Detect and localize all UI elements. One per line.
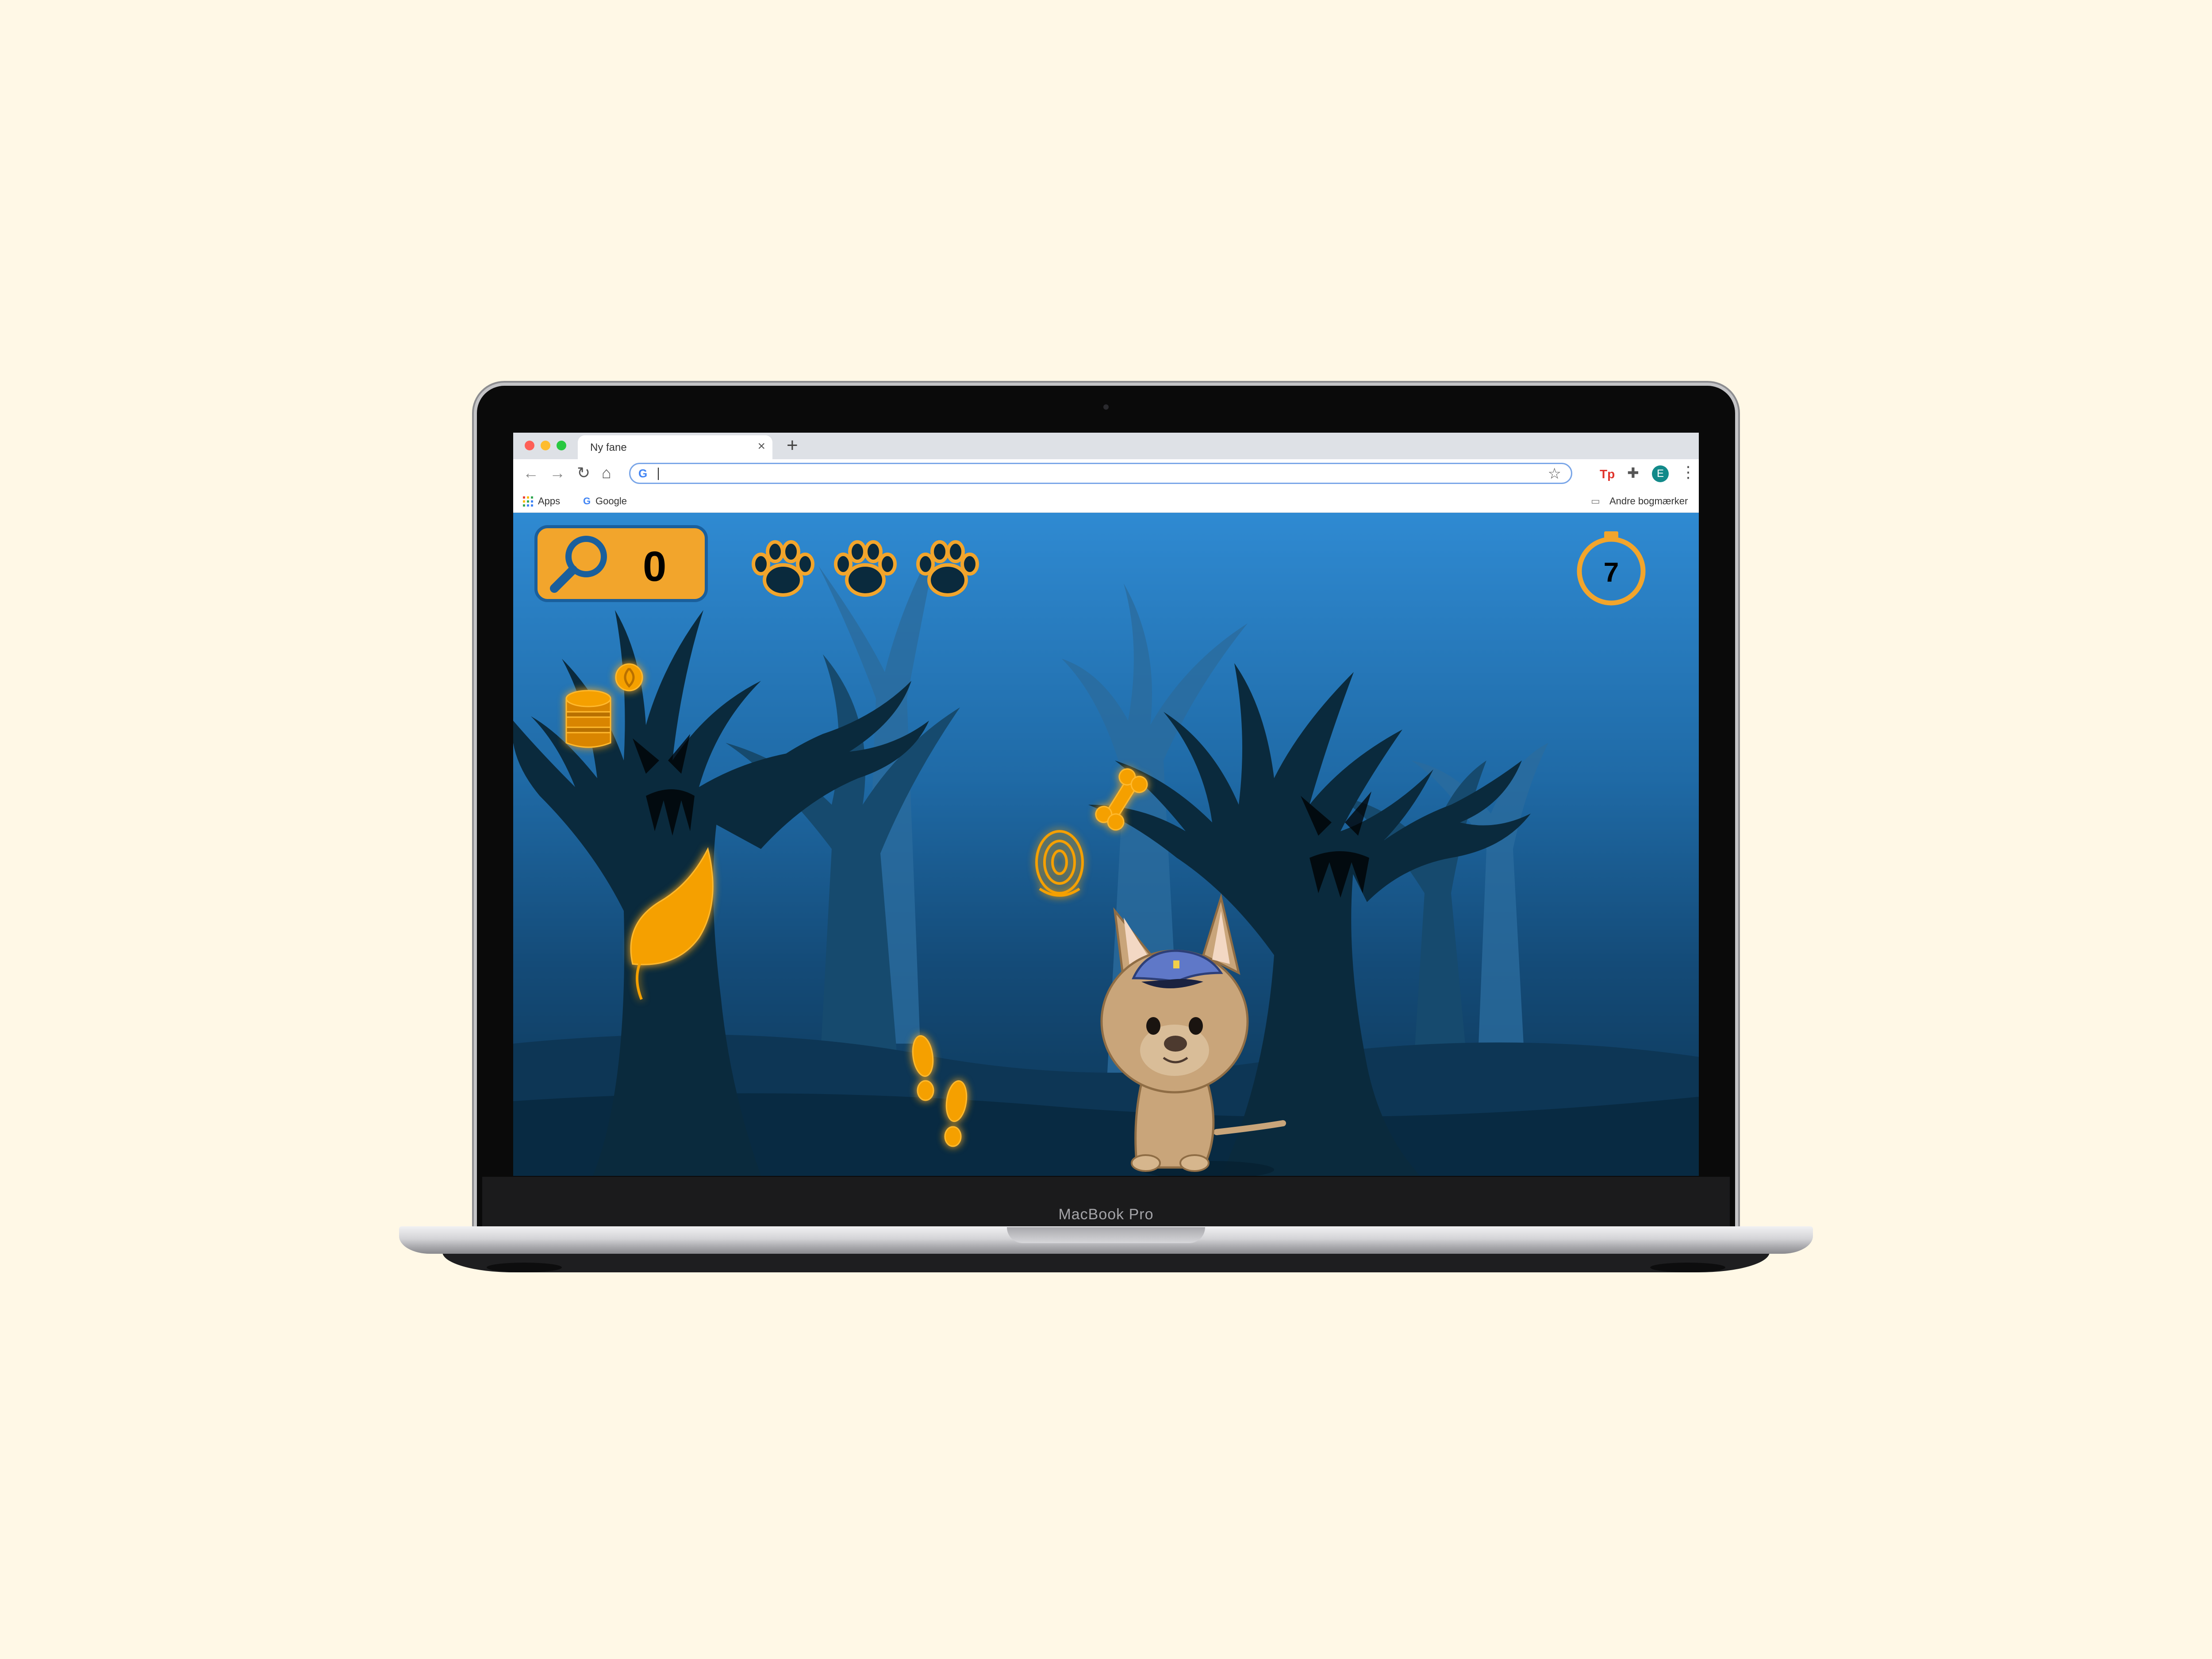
paw-life-icon — [752, 540, 814, 597]
paw-life-icon — [834, 540, 897, 597]
webcam — [1103, 404, 1109, 410]
game-area[interactable]: 0 7 — [513, 513, 1699, 1176]
browser-menu-icon[interactable]: ⋮ — [1680, 463, 1696, 481]
tab-new-tab[interactable]: Ny fane × — [578, 435, 772, 459]
extensions-puzzle-icon[interactable]: ✚ — [1627, 465, 1639, 481]
laptop-notch — [1007, 1227, 1205, 1243]
laptop-foot — [487, 1263, 562, 1272]
apps-grid-icon[interactable] — [523, 496, 534, 507]
bookmark-other-folder[interactable]: Andre bogmærker — [1609, 495, 1688, 507]
address-bar[interactable]: G ☆ — [629, 463, 1572, 484]
bookmark-star-icon[interactable]: ☆ — [1548, 465, 1561, 483]
bookmark-google[interactable]: Google — [595, 495, 627, 507]
laptop-brand-label: MacBook Pro — [1058, 1206, 1154, 1223]
new-tab-button[interactable]: + — [787, 434, 798, 457]
lives-indicator — [752, 540, 979, 597]
minimize-window-button[interactable] — [541, 441, 550, 450]
maximize-window-button[interactable] — [557, 441, 566, 450]
home-icon[interactable]: ⌂ — [602, 464, 611, 482]
laptop-base-shadow — [442, 1252, 1770, 1272]
reload-icon[interactable]: ↻ — [577, 464, 590, 482]
tab-strip: Ny fane × + — [513, 433, 1699, 459]
browser-toolbar: ← → ↻ ⌂ G ☆ Tp ✚ E ⋮ — [513, 459, 1699, 490]
google-icon: G — [638, 467, 648, 480]
timer-value: 7 — [1603, 557, 1619, 588]
screen: Ny fane × + ← → ↻ ⌂ G ☆ Tp ✚ E ⋮ Apps G … — [513, 433, 1699, 1176]
tab-title: Ny fane — [590, 442, 627, 453]
extension-tp-icon[interactable]: Tp — [1600, 467, 1615, 481]
folder-icon: ▭ — [1591, 495, 1600, 507]
google-bookmark-icon: G — [583, 495, 591, 507]
close-window-button[interactable] — [525, 441, 534, 450]
bookmarks-bar: Apps G Google ▭ Andre bogmærker — [513, 490, 1699, 513]
score-value: 0 — [643, 543, 667, 590]
forest-background — [513, 531, 1699, 1176]
text-caret — [658, 468, 659, 480]
back-arrow-icon[interactable]: ← — [523, 464, 539, 482]
laptop-foot — [1650, 1263, 1725, 1272]
profile-avatar[interactable]: E — [1652, 465, 1669, 482]
magnifying-glass-icon — [550, 536, 607, 593]
bookmark-apps[interactable]: Apps — [538, 495, 560, 507]
fingerprint-icon[interactable] — [1035, 830, 1084, 897]
close-tab-icon[interactable]: × — [757, 439, 765, 454]
score-panel: 0 — [534, 525, 708, 602]
forward-arrow-icon[interactable]: → — [549, 464, 565, 482]
